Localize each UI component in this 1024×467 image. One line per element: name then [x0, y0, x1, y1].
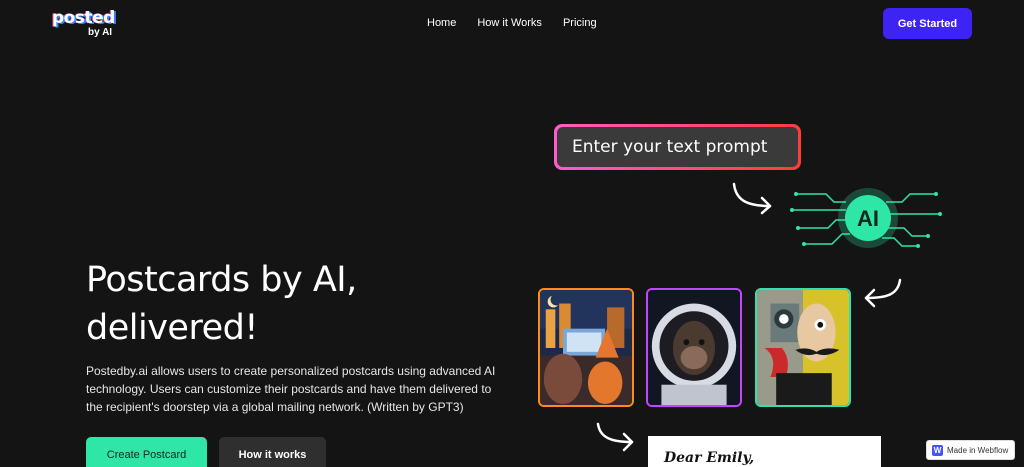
postcard-sample-astronaut-monkey	[646, 288, 742, 407]
arrow-right-icon	[732, 182, 772, 215]
webflow-badge-label: Made in Webflow	[947, 445, 1009, 455]
hero-title: Postcards by AI, delivered!	[86, 256, 446, 352]
text-prompt-graphic: Enter your text prompt	[554, 124, 801, 170]
letter-greeting: Dear Emily,	[664, 450, 755, 466]
text-prompt-label: Enter your text prompt	[557, 127, 798, 167]
logo-subtext: by AI	[88, 27, 113, 38]
create-postcard-button[interactable]: Create Postcard	[86, 437, 207, 467]
hero-title-line1: Postcards by AI,	[86, 260, 357, 300]
hero-title-line2: delivered!	[86, 308, 258, 348]
postcard-letter-preview: Dear Emily,	[648, 436, 881, 467]
get-started-button[interactable]: Get Started	[883, 8, 972, 39]
ai-label: AI	[857, 206, 879, 231]
hero-description: Postedby.ai allows users to create perso…	[86, 364, 496, 414]
ai-circuit-icon: AI	[790, 188, 942, 248]
posted-by-ai-logo[interactable]: posted by AI	[52, 8, 122, 40]
arrow-down-right-icon	[596, 422, 634, 452]
nav-pricing[interactable]: Pricing	[563, 17, 597, 29]
webflow-icon: W	[932, 444, 943, 456]
postcard-sample-robot-portrait	[755, 288, 851, 407]
arrow-left-icon	[864, 278, 902, 308]
postcard-sample-city-night	[538, 288, 634, 407]
how-it-works-button[interactable]: How it works	[219, 437, 326, 467]
nav-how-it-works[interactable]: How it Works	[477, 17, 542, 29]
nav-home[interactable]: Home	[427, 17, 456, 29]
logo-wordmark: posted	[52, 8, 115, 28]
main-nav: Home How it Works Pricing	[427, 17, 597, 29]
made-in-webflow-badge[interactable]: W Made in Webflow	[926, 440, 1015, 460]
